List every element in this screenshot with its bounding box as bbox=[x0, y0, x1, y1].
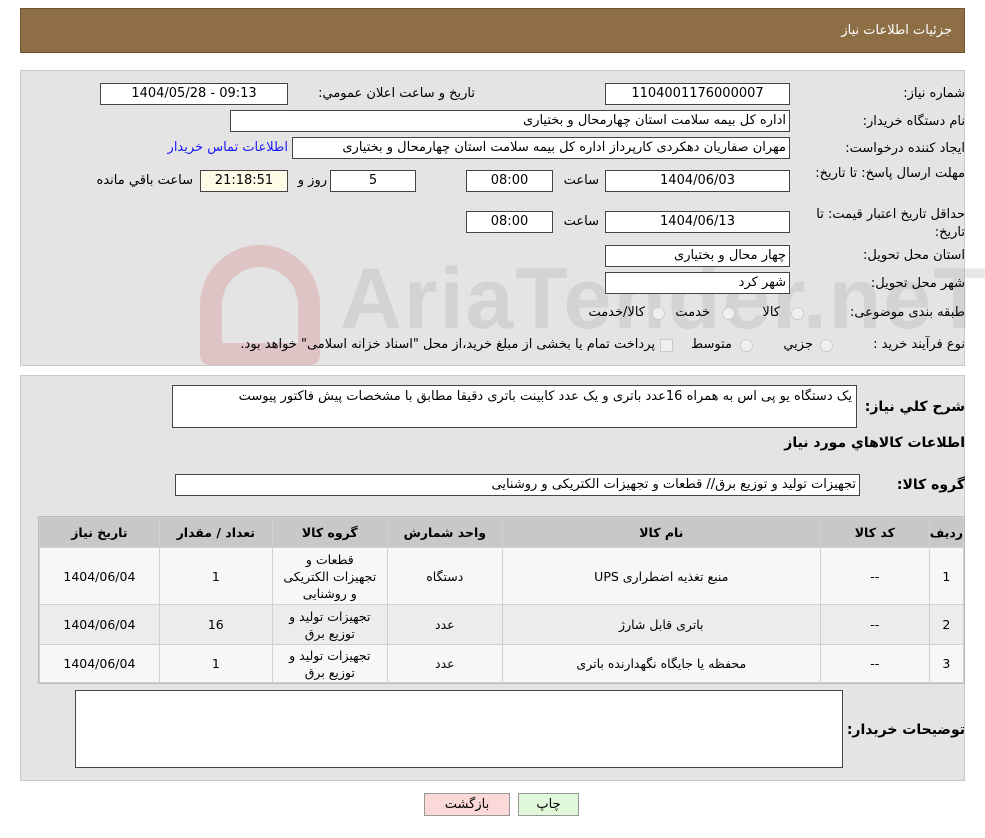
cell-unit: دستگاه bbox=[386, 547, 503, 605]
price-validity-label: حداقل تاريخ اعتبار قيمت: تا تاريخ: bbox=[816, 207, 965, 240]
col-code: کد کالا bbox=[819, 517, 930, 548]
creator-label: ايجاد کننده درخواست: bbox=[845, 141, 965, 156]
table-row: 2 -- باتری قابل شارژ عدد تجهیزات تولید و توز… bbox=[39, 604, 965, 645]
province-field: چهار محال و بختیاری bbox=[605, 245, 790, 267]
goods-group-field: تجهیزات تولید و توزیع برق// قطعات و تجهی… bbox=[175, 474, 860, 496]
cell-code: -- bbox=[819, 547, 930, 605]
table-row: 3 -- محفظه یا جایگاه نگهدارنده باتری عدد تجه… bbox=[39, 644, 965, 683]
province-label: استان محل تحويل: bbox=[863, 248, 965, 263]
process-note: پرداخت تمام يا بخشی از مبلغ خريد،از محل … bbox=[240, 337, 655, 352]
cell-group: تجهیزات تولید و توزیع برق bbox=[271, 604, 388, 645]
page-title: جزئيات اطلاعات نياز bbox=[841, 23, 952, 38]
need-number-label: شماره نياز: bbox=[903, 86, 965, 101]
cell-name: باتری قابل شارژ bbox=[501, 604, 821, 645]
process-minor-label: جزيي bbox=[783, 337, 813, 352]
col-qty: تعداد / مقدار bbox=[158, 517, 273, 548]
category-label: طبقه بندی موضوعی: bbox=[849, 305, 965, 320]
cell-qty: 16 bbox=[158, 604, 273, 645]
cell-row: 2 bbox=[928, 604, 965, 645]
col-date: تاريخ نياز bbox=[39, 517, 160, 548]
price-time-field: 08:00 bbox=[466, 211, 553, 233]
process-medium-radio[interactable] bbox=[740, 339, 753, 352]
city-field: شهر کرد bbox=[605, 272, 790, 294]
category-both-radio[interactable] bbox=[652, 307, 665, 320]
process-label: نوع فرآيند خريد : bbox=[873, 337, 965, 352]
page-header: جزئيات اطلاعات نياز bbox=[20, 8, 965, 53]
goods-table: رديف کد کالا نام کالا واحد شمارش گروه کا… bbox=[39, 517, 965, 683]
process-medium-label: متوسط bbox=[691, 337, 732, 352]
summary-label: شرح کلي نياز: bbox=[864, 399, 965, 415]
goods-group-label: گروه کالا: bbox=[896, 477, 965, 493]
cell-group: تجهیزات تولید و توزیع برق bbox=[271, 644, 388, 683]
col-row: رديف bbox=[928, 517, 965, 548]
cell-qty: 1 bbox=[158, 547, 273, 605]
remaining-label: ساعت باقي مانده bbox=[96, 173, 193, 188]
buyer-notes-label: توضيحات خريدار: bbox=[846, 722, 965, 738]
days-label: روز و bbox=[297, 173, 327, 188]
cell-code: -- bbox=[819, 644, 930, 683]
cell-date: 1404/06/04 bbox=[39, 644, 160, 683]
price-time-label: ساعت bbox=[563, 214, 599, 229]
buyer-org-label: نام دستگاه خريدار: bbox=[862, 114, 965, 129]
cell-name: منبع تغذیه اضطراری UPS bbox=[501, 547, 821, 605]
col-name: نام کالا bbox=[501, 517, 821, 548]
buyer-notes-textarea[interactable] bbox=[75, 690, 843, 768]
days-field: 5 bbox=[330, 170, 416, 192]
print-button[interactable]: چاپ bbox=[518, 793, 579, 816]
price-date-field: 1404/06/13 bbox=[605, 211, 790, 233]
back-button[interactable]: بازگشت bbox=[424, 793, 510, 816]
city-label: شهر محل تحويل: bbox=[870, 276, 965, 291]
announce-field: 1404/05/28 - 09:13 bbox=[100, 83, 288, 105]
cell-row: 1 bbox=[928, 547, 965, 605]
cell-unit: عدد bbox=[386, 644, 503, 683]
cell-unit: عدد bbox=[386, 604, 503, 645]
cell-date: 1404/06/04 bbox=[39, 547, 160, 605]
reply-date-field: 1404/06/03 bbox=[605, 170, 790, 192]
cell-date: 1404/06/04 bbox=[39, 604, 160, 645]
cell-row: 3 bbox=[928, 644, 965, 683]
category-service-radio[interactable] bbox=[722, 307, 735, 320]
process-minor-radio[interactable] bbox=[820, 339, 833, 352]
col-unit: واحد شمارش bbox=[386, 517, 503, 548]
cell-qty: 1 bbox=[158, 644, 273, 683]
category-service-label: خدمت bbox=[675, 305, 710, 320]
cell-name: محفظه یا جایگاه نگهدارنده باتری bbox=[501, 644, 821, 683]
cell-group: قطعات و تجهیزات الکتریکی و روشنایی bbox=[271, 547, 388, 605]
treasury-checkbox[interactable] bbox=[660, 339, 673, 352]
cell-code: -- bbox=[819, 604, 930, 645]
need-number-field: 1104001176000007 bbox=[605, 83, 790, 105]
reply-deadline-label: مهلت ارسال پاسخ: تا تاريخ: bbox=[815, 166, 965, 181]
goods-heading: اطلاعات کالاهاي مورد نياز bbox=[784, 435, 965, 451]
summary-textarea[interactable]: یک دستگاه یو پی اس به همراه 16عدد باتری … bbox=[172, 385, 857, 428]
category-goods-radio[interactable] bbox=[791, 307, 804, 320]
reply-time-field: 08:00 bbox=[466, 170, 553, 192]
goods-table-wrapper: رديف کد کالا نام کالا واحد شمارش گروه کا… bbox=[38, 516, 965, 684]
table-row: 1 -- منبع تغذیه اضطراری UPS دستگاه قطعات و ت… bbox=[39, 547, 965, 605]
category-both-label: کالا/خدمت bbox=[588, 305, 645, 320]
creator-field: مهران صفاریان دهکردی کارپرداز اداره کل ب… bbox=[292, 137, 790, 159]
buyer-contact-link[interactable]: اطلاعات تماس خريدار bbox=[168, 140, 288, 155]
buyer-org-field: اداره کل بیمه سلامت استان چهارمحال و بخت… bbox=[230, 110, 790, 132]
reply-time-label: ساعت bbox=[563, 173, 599, 188]
category-goods-label: کالا bbox=[762, 305, 780, 320]
col-group: گروه کالا bbox=[271, 517, 388, 548]
announce-label: تاريخ و ساعت اعلان عمومي: bbox=[318, 86, 475, 101]
remaining-time-field: 21:18:51 bbox=[200, 170, 288, 192]
